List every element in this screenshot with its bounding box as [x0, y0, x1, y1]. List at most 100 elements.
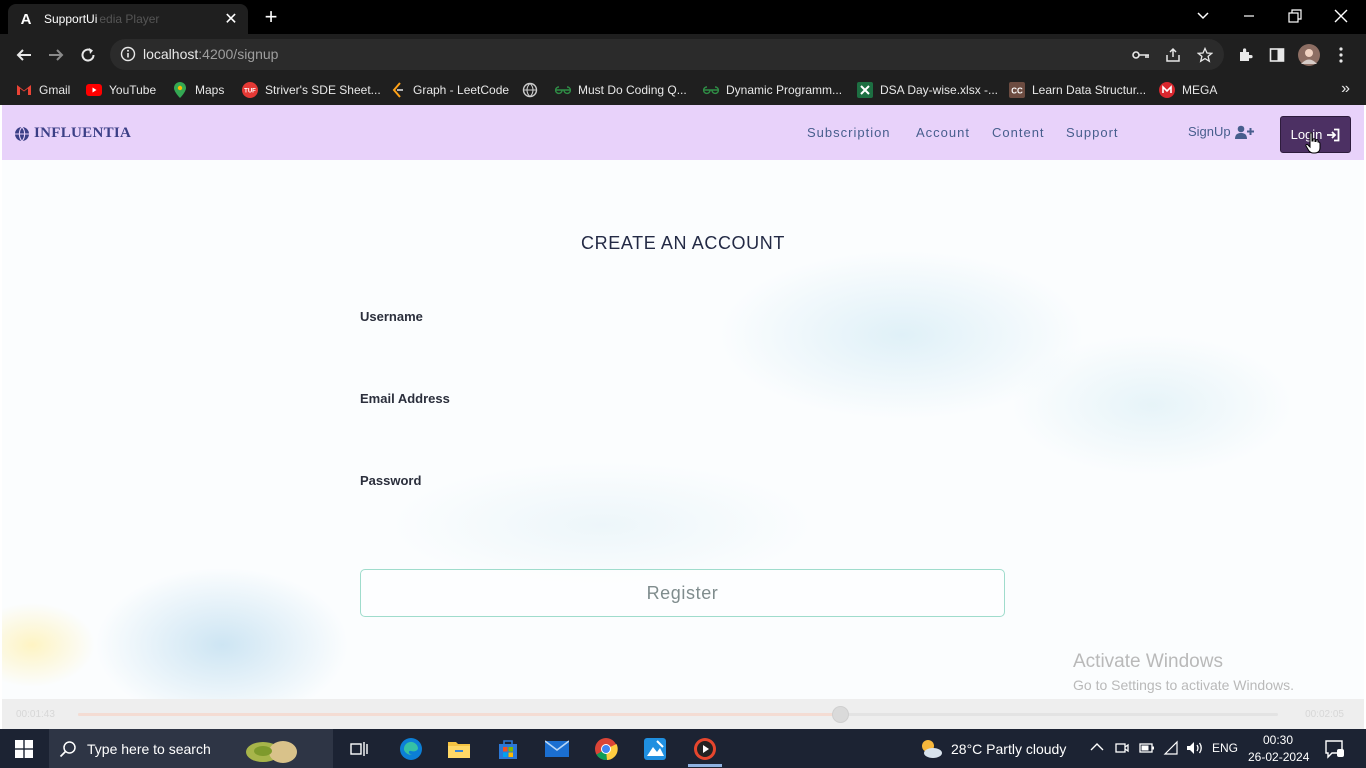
paint-app-icon[interactable] — [640, 734, 670, 764]
url-host: localhost — [143, 46, 199, 62]
bookmark-dsa-day-wise[interactable]: DSA Day-wise.xlsx -... — [857, 82, 998, 98]
taskbar-search[interactable]: Type here to search — [49, 729, 333, 768]
bookmark-striver[interactable]: TUF Striver's SDE Sheet... — [242, 82, 381, 98]
edge-icon[interactable] — [396, 734, 426, 764]
nav-subscription[interactable]: Subscription — [807, 125, 891, 140]
bookmark-youtube[interactable]: YouTube — [86, 82, 156, 98]
task-view-icon[interactable] — [345, 734, 375, 764]
new-tab-button[interactable]: + — [260, 4, 282, 29]
side-panel-icon[interactable] — [1266, 44, 1288, 66]
browser-tab-strip: A SupportUi edia Player ✕ + — [0, 0, 1366, 34]
password-field[interactable] — [360, 493, 1005, 527]
tab-title: SupportUi — [44, 12, 98, 26]
bookmark-maps[interactable]: Maps — [172, 82, 224, 98]
site-info-icon[interactable] — [120, 46, 136, 62]
battery-icon[interactable] — [1139, 741, 1155, 758]
extensions-puzzle-icon[interactable] — [1234, 44, 1256, 66]
url-text: localhost:4200/signup — [143, 46, 278, 62]
bookmark-leetcode[interactable]: Graph - LeetCode — [390, 82, 509, 98]
register-button[interactable]: Register — [360, 569, 1005, 617]
notifications-icon[interactable] — [1324, 739, 1344, 762]
globe-icon — [15, 126, 29, 142]
chrome-icon[interactable] — [591, 734, 621, 764]
minimize-icon[interactable] — [1236, 4, 1262, 28]
close-tab-icon[interactable]: ✕ — [222, 10, 240, 28]
seek-handle[interactable] — [832, 706, 849, 723]
close-window-icon[interactable] — [1328, 4, 1354, 28]
bookmark-mega[interactable]: MEGA — [1159, 82, 1217, 98]
total-time: 00:02:05 — [1305, 709, 1344, 720]
username-label: Username — [360, 309, 423, 324]
signup-link[interactable]: SignUp — [1188, 124, 1255, 139]
email-field[interactable] — [360, 411, 1005, 445]
bookmark-star-icon[interactable] — [1196, 46, 1214, 64]
maps-icon — [172, 82, 188, 98]
network-icon[interactable] — [1163, 740, 1179, 759]
username-field[interactable] — [360, 329, 1005, 363]
activate-windows-watermark: Activate Windows Go to Settings to activ… — [1073, 651, 1294, 693]
profile-avatar[interactable] — [1298, 44, 1320, 66]
address-bar[interactable]: localhost:4200/signup — [110, 39, 1224, 70]
more-bookmarks-icon[interactable]: » — [1341, 80, 1350, 98]
browser-tab[interactable]: A SupportUi edia Player ✕ — [8, 4, 248, 34]
bookmarks-bar: Gmail YouTube Maps TUF Striver's SDE She… — [0, 75, 1366, 105]
weather-text[interactable]: 28°C Partly cloudy — [951, 741, 1066, 757]
browser-menu-icon[interactable] — [1330, 44, 1352, 66]
bookmark-label: MEGA — [1182, 83, 1218, 97]
bookmark-gmail[interactable]: Gmail — [16, 82, 70, 98]
active-app-indicator — [688, 764, 722, 767]
language-indicator[interactable]: ENG — [1212, 741, 1238, 755]
media-player-bar: 00:01:43 00:02:05 — [2, 699, 1364, 729]
meet-now-icon[interactable] — [1115, 740, 1129, 759]
nav-account[interactable]: Account — [916, 125, 970, 140]
windows-start-icon[interactable] — [9, 734, 39, 764]
bookmark-label: Graph - LeetCode — [413, 83, 510, 97]
pistachio-search-highlight-icon — [245, 740, 297, 763]
bookmark-label: DSA Day-wise.xlsx -... — [880, 83, 999, 97]
mail-icon[interactable] — [542, 734, 572, 764]
seek-bar[interactable] — [78, 706, 1278, 723]
brand-name: INFLUENTIA — [34, 125, 132, 141]
leetcode-icon — [390, 82, 406, 98]
microsoft-store-icon[interactable] — [493, 734, 523, 764]
show-hidden-icons-icon[interactable] — [1090, 739, 1104, 755]
volume-icon[interactable] — [1186, 740, 1204, 759]
bookmark-label: Learn Data Structur... — [1032, 83, 1147, 97]
watermark-title: Activate Windows — [1073, 651, 1223, 672]
clock-time[interactable]: 00:30 — [1263, 733, 1293, 747]
brand-logo[interactable]: INFLUENTIA — [14, 125, 131, 142]
reload-icon[interactable] — [76, 43, 100, 67]
bookmark-learn-ds[interactable]: CC Learn Data Structur... — [1009, 82, 1146, 98]
weather-partly-cloudy-icon[interactable] — [916, 734, 946, 764]
clock-date[interactable]: 26-02-2024 — [1248, 750, 1309, 764]
forward-arrow-icon[interactable] — [44, 43, 68, 67]
back-arrow-icon[interactable] — [12, 43, 36, 67]
angular-favicon-icon: A — [20, 10, 32, 28]
bookmark-globe[interactable] — [522, 82, 545, 98]
media-player-icon[interactable] — [690, 734, 720, 764]
nav-support[interactable]: Support — [1066, 125, 1119, 140]
nav-content[interactable]: Content — [992, 125, 1045, 140]
restore-icon[interactable] — [1282, 4, 1308, 28]
browser-toolbar: localhost:4200/signup — [0, 34, 1366, 75]
sign-in-icon — [1327, 128, 1340, 141]
svg-text:CC: CC — [1011, 87, 1023, 96]
email-label: Email Address — [360, 391, 450, 406]
excel-icon — [857, 82, 873, 98]
search-placeholder: Type here to search — [87, 740, 211, 757]
share-icon[interactable] — [1164, 46, 1182, 64]
bookmark-dynamic-programming[interactable]: Dynamic Programm... — [703, 82, 842, 98]
url-path: :4200/signup — [198, 46, 279, 62]
app-navbar: INFLUENTIA Subscription Account Content … — [2, 105, 1364, 160]
search-icon — [59, 740, 76, 757]
password-key-icon[interactable] — [1132, 46, 1150, 64]
tab-search-icon[interactable] — [1190, 4, 1216, 28]
globe-icon — [522, 82, 538, 98]
bookmark-must-do[interactable]: Must Do Coding Q... — [555, 82, 687, 98]
cc-icon: CC — [1009, 82, 1025, 98]
file-explorer-icon[interactable] — [444, 734, 474, 764]
gfg-icon — [703, 82, 719, 98]
page-title: CREATE AN ACCOUNT — [581, 233, 785, 253]
page-content: INFLUENTIA Subscription Account Content … — [2, 105, 1364, 699]
mega-icon — [1159, 82, 1175, 98]
